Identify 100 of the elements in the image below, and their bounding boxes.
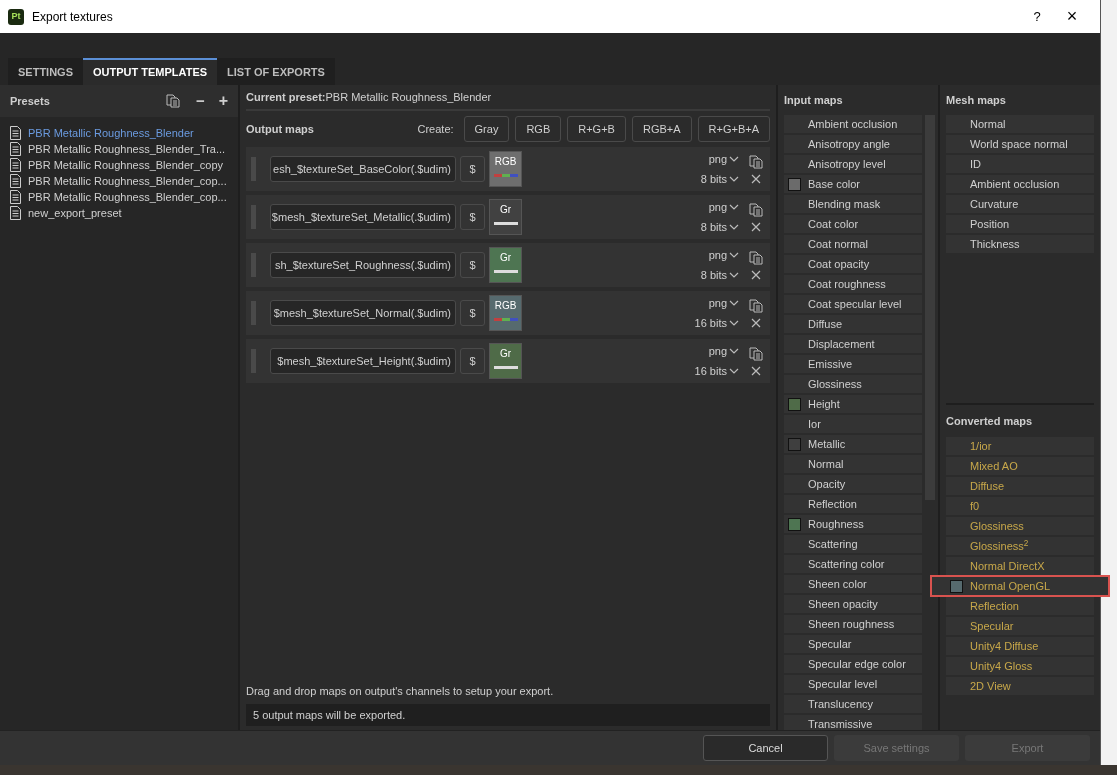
- format-dropdown[interactable]: png: [708, 199, 739, 216]
- map-item[interactable]: Coat normal: [784, 235, 922, 253]
- map-item[interactable]: Glossiness$^{2}$: [946, 537, 1094, 555]
- tab[interactable]: OUTPUT TEMPLATES: [83, 58, 218, 85]
- preset-item[interactable]: PBR Metallic Roughness_Blender_cop...: [28, 188, 227, 206]
- map-item[interactable]: Unity4 Gloss: [946, 657, 1094, 675]
- preset-item[interactable]: PBR Metallic Roughness_Blender: [28, 124, 194, 142]
- close-icon[interactable]: [751, 365, 761, 376]
- map-item[interactable]: 1/ior: [946, 437, 1094, 455]
- bit-depth-dropdown[interactable]: 8 bits: [700, 218, 739, 235]
- add-button[interactable]: +: [218, 89, 228, 113]
- map-item[interactable]: Ambient occlusion: [784, 115, 922, 133]
- channel-swatch[interactable]: Gr: [489, 343, 522, 379]
- map-item[interactable]: Reflection: [946, 597, 1094, 615]
- map-item[interactable]: Normal: [784, 455, 922, 473]
- map-item[interactable]: 2D View: [946, 677, 1094, 695]
- footer-button[interactable]: Cancel: [703, 735, 828, 761]
- map-item[interactable]: Mixed AO: [946, 457, 1094, 475]
- file-name-field[interactable]: $mesh_$textureSet_Height(.$udim): [270, 348, 456, 374]
- map-item[interactable]: Glossiness: [946, 517, 1094, 535]
- map-item[interactable]: Ambient occlusion: [946, 175, 1094, 193]
- format-dropdown[interactable]: png: [708, 343, 739, 360]
- map-item[interactable]: ID: [946, 155, 1094, 173]
- format-dropdown[interactable]: png: [708, 151, 739, 168]
- file-name-field[interactable]: esh_$textureSet_BaseColor(.$udim): [270, 156, 456, 182]
- map-item[interactable]: Normal: [946, 115, 1094, 133]
- bit-depth-dropdown[interactable]: 16 bits: [694, 314, 739, 331]
- map-item[interactable]: Anisotropy angle: [784, 135, 922, 153]
- map-item[interactable]: Transmissive: [784, 715, 922, 730]
- remove-button[interactable]: −: [195, 89, 205, 113]
- copy-icon[interactable]: [749, 202, 763, 217]
- copy-icon[interactable]: [749, 154, 763, 169]
- variable-button[interactable]: $: [460, 204, 485, 230]
- map-item[interactable]: Coat roughness: [784, 275, 922, 293]
- create-button[interactable]: RGB+A: [631, 116, 692, 142]
- preset-item[interactable]: new_export_preset: [28, 204, 122, 222]
- preset-item[interactable]: PBR Metallic Roughness_Blender_cop...: [28, 172, 227, 190]
- map-item[interactable]: Reflection: [784, 495, 922, 513]
- copy-icon[interactable]: [749, 250, 763, 265]
- map-item[interactable]: Emissive: [784, 355, 922, 373]
- map-item[interactable]: Diffuse: [946, 477, 1094, 495]
- close-icon[interactable]: [751, 173, 761, 184]
- map-item[interactable]: Scattering: [784, 535, 922, 553]
- map-item[interactable]: Coat color: [784, 215, 922, 233]
- close-icon[interactable]: [751, 269, 761, 280]
- map-item[interactable]: Specular edge color: [784, 655, 922, 673]
- format-dropdown[interactable]: png: [708, 247, 739, 264]
- map-item[interactable]: Height: [784, 395, 922, 413]
- file-name-field[interactable]: $mesh_$textureSet_Metallic(.$udim): [270, 204, 456, 230]
- map-item[interactable]: f0: [946, 497, 1094, 515]
- map-item[interactable]: Opacity: [784, 475, 922, 493]
- map-item[interactable]: Normal OpenGL: [932, 577, 1108, 595]
- variable-button[interactable]: $: [460, 156, 485, 182]
- variable-button[interactable]: $: [460, 348, 485, 374]
- create-button[interactable]: RGB: [515, 116, 562, 142]
- tab[interactable]: LIST OF EXPORTS: [217, 58, 335, 85]
- variable-button[interactable]: $: [460, 300, 485, 326]
- map-item[interactable]: Specular: [946, 617, 1094, 635]
- channel-swatch[interactable]: RGB: [489, 151, 522, 187]
- map-item[interactable]: Thickness: [946, 235, 1094, 253]
- file-name-field[interactable]: $mesh_$textureSet_Normal(.$udim): [270, 300, 456, 326]
- map-item[interactable]: Specular: [784, 635, 922, 653]
- preset-item[interactable]: PBR Metallic Roughness_Blender_Tra...: [28, 140, 226, 158]
- map-item[interactable]: Sheen opacity: [784, 595, 922, 613]
- file-name-field[interactable]: sh_$textureSet_Roughness(.$udim): [270, 252, 456, 278]
- map-item[interactable]: Metallic: [784, 435, 922, 453]
- bit-depth-dropdown[interactable]: 8 bits: [700, 170, 739, 187]
- map-item[interactable]: Base color: [784, 175, 922, 193]
- tab[interactable]: SETTINGS: [8, 58, 83, 85]
- map-item[interactable]: World space normal: [946, 135, 1094, 153]
- map-item[interactable]: Position: [946, 215, 1094, 233]
- copy-icon[interactable]: [749, 298, 763, 313]
- channel-swatch[interactable]: RGB: [489, 295, 522, 331]
- map-item[interactable]: Coat specular level: [784, 295, 922, 313]
- map-item[interactable]: Ior: [784, 415, 922, 433]
- map-item[interactable]: Curvature: [946, 195, 1094, 213]
- copy-icon[interactable]: [749, 346, 763, 361]
- map-item[interactable]: Specular level: [784, 675, 922, 693]
- preset-item[interactable]: PBR Metallic Roughness_Blender_copy: [28, 156, 224, 174]
- bit-depth-dropdown[interactable]: 8 bits: [700, 266, 739, 283]
- map-item[interactable]: Unity4 Diffuse: [946, 637, 1094, 655]
- create-button[interactable]: Gray: [463, 116, 510, 142]
- map-item[interactable]: Blending mask: [784, 195, 922, 213]
- map-item[interactable]: Coat opacity: [784, 255, 922, 273]
- help-button[interactable]: ?: [1022, 6, 1052, 27]
- create-button[interactable]: R+G+B+A: [697, 116, 770, 142]
- map-item[interactable]: Roughness: [784, 515, 922, 533]
- channel-swatch[interactable]: Gr: [489, 247, 522, 283]
- map-item[interactable]: Diffuse: [784, 315, 922, 333]
- create-button[interactable]: R+G+B: [567, 116, 626, 142]
- close-icon[interactable]: [751, 317, 761, 328]
- bit-depth-dropdown[interactable]: 16 bits: [694, 362, 739, 379]
- map-item[interactable]: Scattering color: [784, 555, 922, 573]
- map-item[interactable]: Translucency: [784, 695, 922, 713]
- variable-button[interactable]: $: [460, 252, 485, 278]
- close-button[interactable]: ×: [1052, 3, 1092, 30]
- format-dropdown[interactable]: png: [708, 295, 739, 312]
- map-item[interactable]: Displacement: [784, 335, 922, 353]
- map-item[interactable]: Anisotropy level: [784, 155, 922, 173]
- map-item[interactable]: Normal DirectX: [946, 557, 1094, 575]
